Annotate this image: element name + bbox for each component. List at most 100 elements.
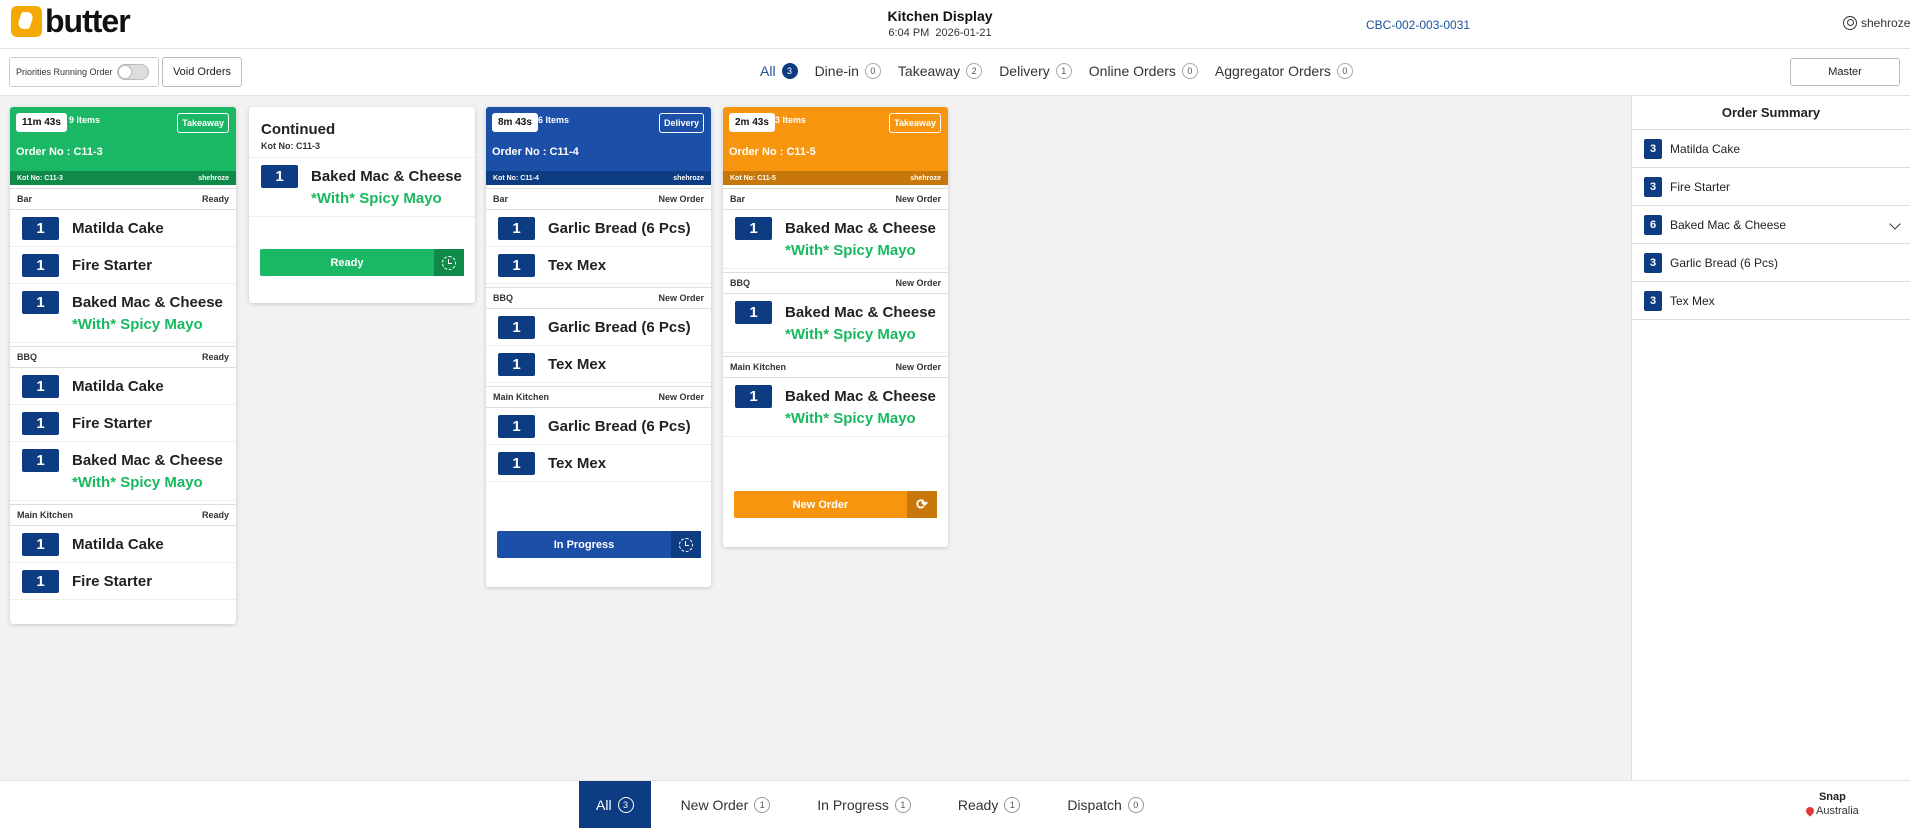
list-item[interactable]: 1 Matilda Cake (10, 210, 236, 247)
summary-row[interactable]: 3 Garlic Bread (6 Pcs) (1632, 244, 1910, 282)
list-item[interactable]: 1 Baked Mac & Cheese *With* Spicy Mayo (723, 210, 948, 269)
location: Australia (1804, 805, 1859, 817)
priority-toggle[interactable] (116, 64, 149, 80)
summary-qty: 3 (1644, 138, 1662, 159)
summary-row[interactable]: 3 Fire Starter (1632, 168, 1910, 206)
ready-button[interactable]: Ready (260, 249, 464, 276)
order-card-c11-5[interactable]: 2m 43s 3 Items Takeaway Order No : C11-5… (723, 107, 948, 547)
item-name: Tex Mex (548, 356, 607, 373)
user-icon (1843, 16, 1857, 30)
item-qty: 1 (498, 452, 535, 475)
list-item[interactable]: 1 Tex Mex (486, 247, 711, 284)
list-item[interactable]: 1 Baked Mac & Cheese *With* Spicy Mayo (723, 294, 948, 353)
summary-item-name: Garlic Bread (6 Pcs) (1670, 255, 1779, 270)
tab-label: All (760, 63, 776, 79)
tab-delivery[interactable]: Delivery 1 (999, 63, 1072, 79)
items-count: 6 Items (538, 115, 570, 125)
status-tab-dispatch[interactable]: Dispatch 0 (1037, 781, 1160, 828)
butter-logo: butter (11, 5, 131, 37)
in-progress-button[interactable]: In Progress (497, 531, 701, 558)
list-item[interactable]: 1 Tex Mex (486, 346, 711, 383)
order-card-c11-4[interactable]: 8m 43s 6 Items Delivery Order No : C11-4… (486, 107, 711, 587)
order-card-c11-3[interactable]: 11m 43s 9 Items Takeaway Order No : C11-… (10, 107, 236, 624)
item-modifier: *With* Spicy Mayo (785, 326, 916, 343)
item-qty: 1 (735, 217, 772, 240)
snap-title: Snap (1818, 791, 1846, 803)
tab-label: Dispatch (1067, 797, 1122, 813)
summary-qty: 3 (1644, 252, 1662, 273)
summary-row[interactable]: 3 Matilda Cake (1632, 130, 1910, 168)
void-orders-button[interactable]: Void Orders (162, 57, 242, 87)
list-item[interactable]: 1 Garlic Bread (6 Pcs) (486, 408, 711, 445)
continued-title: Continued (261, 121, 336, 138)
order-card-continued[interactable]: Continued Kot No: C11-3 1 Baked Mac & Che… (249, 107, 475, 303)
filter-bar: Priorities Running Order Void Orders All… (0, 49, 1910, 96)
summary-row[interactable]: 6 Baked Mac & Cheese (1632, 206, 1910, 244)
list-item[interactable]: 1 Matilda Cake (10, 526, 236, 563)
station-header: Bar New Order (723, 188, 948, 210)
item-name: Baked Mac & Cheese (72, 294, 223, 311)
list-item[interactable]: 1 Baked Mac & Cheese *With* Spicy Mayo (723, 378, 948, 437)
item-qty: 1 (498, 254, 535, 277)
station-name: Main Kitchen (493, 392, 550, 402)
item-qty: 1 (498, 217, 535, 240)
top-header: butter Kitchen Display 6:04 PM 2026-01-21… (0, 0, 1910, 49)
logo-icon (11, 6, 42, 37)
item-name: Baked Mac & Cheese (785, 388, 936, 405)
status-tab-ready[interactable]: Ready 1 (928, 781, 1037, 828)
current-time: 6:04 PM (888, 27, 930, 39)
station-header: Bar New Order (486, 188, 711, 210)
summary-qty: 3 (1644, 176, 1662, 197)
tab-count: 0 (1127, 797, 1144, 813)
tab-count: 0 (864, 63, 881, 79)
station-name: Bar (17, 194, 33, 204)
list-item[interactable]: 1 Tex Mex (486, 445, 711, 482)
tab-count: 3 (617, 797, 634, 813)
user-menu[interactable]: shehroze (1843, 16, 1910, 30)
status-tabs: All 3 New Order 1 In Progress 1 Ready 1 Disp… (579, 781, 1161, 828)
list-item[interactable]: 1 Baked Mac & Cheese *With* Spicy Mayo (249, 158, 475, 217)
master-button[interactable]: Master (1790, 58, 1900, 86)
station-status: New Order (895, 194, 941, 204)
list-item[interactable]: 1 Fire Starter (10, 405, 236, 442)
tab-online-orders[interactable]: Online Orders 0 (1089, 63, 1198, 79)
status-tab-new-order[interactable]: New Order 1 (651, 781, 788, 828)
order-type-badge: Takeaway (889, 113, 941, 133)
list-item[interactable]: 1 Fire Starter (10, 247, 236, 284)
list-item[interactable]: 1 Baked Mac & Cheese *With* Spicy Mayo (10, 284, 236, 343)
tab-dine-in[interactable]: Dine-in 0 (815, 63, 881, 79)
tab-takeaway[interactable]: Takeaway 2 (897, 63, 983, 79)
new-order-button[interactable]: New Order ⟳ (734, 491, 937, 518)
status-tab-in-progress[interactable]: In Progress 1 (787, 781, 928, 828)
item-name: Fire Starter (72, 573, 153, 590)
item-modifier: *With* Spicy Mayo (785, 242, 916, 259)
chevron-down-icon[interactable] (1889, 218, 1901, 230)
item-qty: 1 (735, 301, 772, 324)
tab-aggregator-orders[interactable]: Aggregator Orders 0 (1215, 63, 1353, 79)
order-card-header: 8m 43s 6 Items Delivery Order No : C11-4 (486, 107, 711, 171)
list-item[interactable]: 1 Fire Starter (10, 563, 236, 600)
kot-number: Kot No: C11-3 (249, 138, 475, 158)
tab-label: New Order (680, 797, 749, 813)
status-tab-all[interactable]: All 3 (579, 781, 651, 828)
tab-label: Ready (957, 797, 999, 813)
order-card-header: 2m 43s 3 Items Takeaway Order No : C11-5 (723, 107, 948, 171)
station-header: BBQ New Order (723, 272, 948, 294)
summary-row[interactable]: 3 Tex Mex (1632, 282, 1910, 320)
item-name: Matilda Cake (72, 220, 164, 237)
item-qty: 1 (22, 449, 59, 472)
summary-item-name: Fire Starter (1670, 179, 1731, 194)
list-item[interactable]: 1 Baked Mac & Cheese *With* Spicy Mayo (10, 442, 236, 501)
summary-item-name: Baked Mac & Cheese (1670, 217, 1787, 232)
list-item[interactable]: 1 Matilda Cake (10, 368, 236, 405)
list-item[interactable]: 1 Garlic Bread (6 Pcs) (486, 210, 711, 247)
tab-all[interactable]: All 3 (760, 63, 798, 79)
order-number: Order No : C11-3 (16, 146, 103, 158)
staff-name: shehroze (198, 174, 229, 182)
action-label: Ready (330, 256, 364, 269)
tab-label: Takeaway (897, 63, 961, 79)
order-card-header: 11m 43s 9 Items Takeaway Order No : C11-… (10, 107, 236, 171)
station-status: New Order (658, 194, 704, 204)
list-item[interactable]: 1 Garlic Bread (6 Pcs) (486, 309, 711, 346)
order-summary-panel: Order Summary 3 Matilda Cake 3 Fire Starte… (1631, 96, 1910, 780)
